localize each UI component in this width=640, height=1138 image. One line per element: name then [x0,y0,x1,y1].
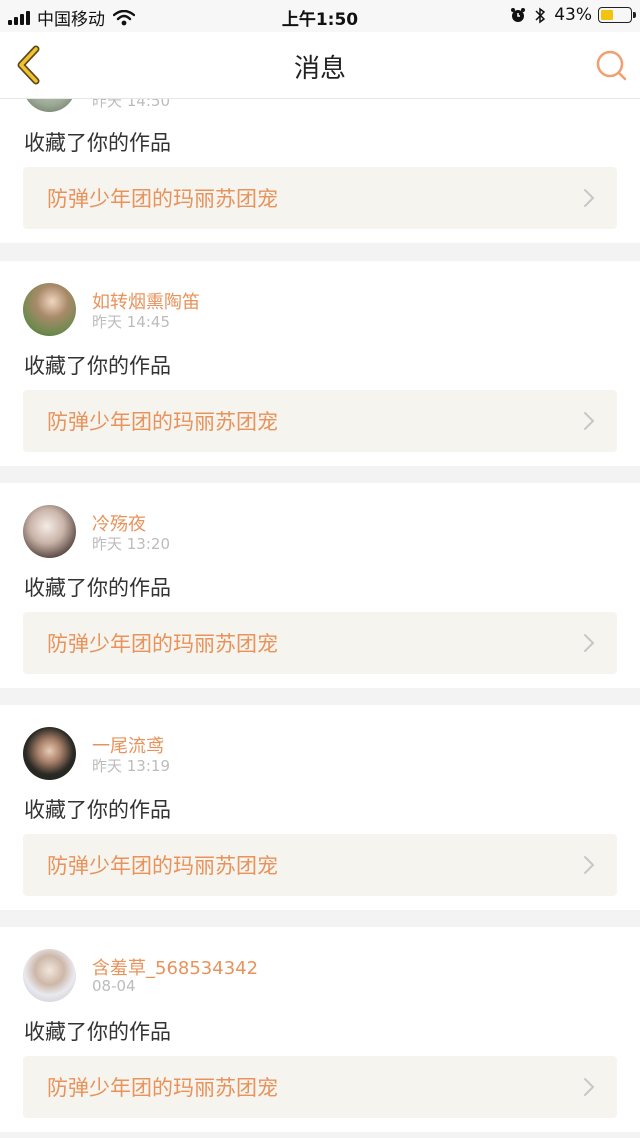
message-action: 收藏了你的作品 [24,1020,171,1044]
message-list[interactable]: 昨天 14:50 收藏了你的作品 防弹少年团的玛丽苏团宠 如转烟熏陶笛 昨天 1… [0,99,640,1138]
work-link[interactable]: 防弹少年团的玛丽苏团宠 [23,834,617,896]
work-link[interactable]: 防弹少年团的玛丽苏团宠 [23,390,617,452]
message-card: 含羞草_568534342 08-04 收藏了你的作品 防弹少年团的玛丽苏团宠 [0,927,640,1132]
chevron-right-icon [584,1078,595,1096]
avatar[interactable] [23,505,76,558]
work-title: 防弹少年团的玛丽苏团宠 [47,410,278,434]
avatar[interactable] [23,283,76,336]
alarm-icon [511,8,526,22]
nav-bar: 消息 [0,32,640,99]
message-time: 08-04 [92,977,136,995]
message-card-partial: 昨天 14:50 收藏了你的作品 防弹少年团的玛丽苏团宠 [0,99,640,243]
bluetooth-icon [535,7,546,23]
work-link[interactable]: 防弹少年团的玛丽苏团宠 [23,612,617,674]
avatar[interactable] [23,949,76,1002]
message-time: 昨天 14:45 [92,313,170,331]
avatar[interactable] [23,727,76,780]
message-card: 冷殇夜 昨天 13:20 收藏了你的作品 防弹少年团的玛丽苏团宠 [0,483,640,688]
chevron-right-icon [584,412,595,430]
battery-percent: 43% [554,5,592,25]
message-card: 如转烟熏陶笛 昨天 14:45 收藏了你的作品 防弹少年团的玛丽苏团宠 [0,261,640,466]
message-time: 昨天 13:20 [92,535,170,553]
chevron-right-icon [584,634,595,652]
message-action: 收藏了你的作品 [24,576,171,600]
search-icon[interactable] [594,48,628,82]
chevron-right-icon [584,189,595,207]
work-link[interactable]: 防弹少年团的玛丽苏团宠 [23,1056,617,1118]
avatar[interactable] [23,99,76,112]
work-title: 防弹少年团的玛丽苏团宠 [47,187,278,211]
battery-icon [598,7,636,23]
message-time: 昨天 13:19 [92,757,170,775]
message-action: 收藏了你的作品 [24,354,171,378]
status-bar: 中国移动 上午1:50 43% [0,0,640,32]
status-right: 43% [510,5,636,25]
battery-fill [601,10,613,20]
work-title: 防弹少年团的玛丽苏团宠 [47,854,278,878]
page-title: 消息 [293,54,346,84]
chevron-right-icon [584,856,595,874]
message-card: 一尾流鸢 昨天 13:19 收藏了你的作品 防弹少年团的玛丽苏团宠 [0,705,640,910]
message-action: 收藏了你的作品 [24,131,171,155]
work-title: 防弹少年团的玛丽苏团宠 [47,1076,278,1100]
work-title: 防弹少年团的玛丽苏团宠 [47,632,278,656]
message-action: 收藏了你的作品 [24,798,171,822]
work-link[interactable]: 防弹少年团的玛丽苏团宠 [23,167,617,229]
message-time: 昨天 14:50 [92,99,170,110]
